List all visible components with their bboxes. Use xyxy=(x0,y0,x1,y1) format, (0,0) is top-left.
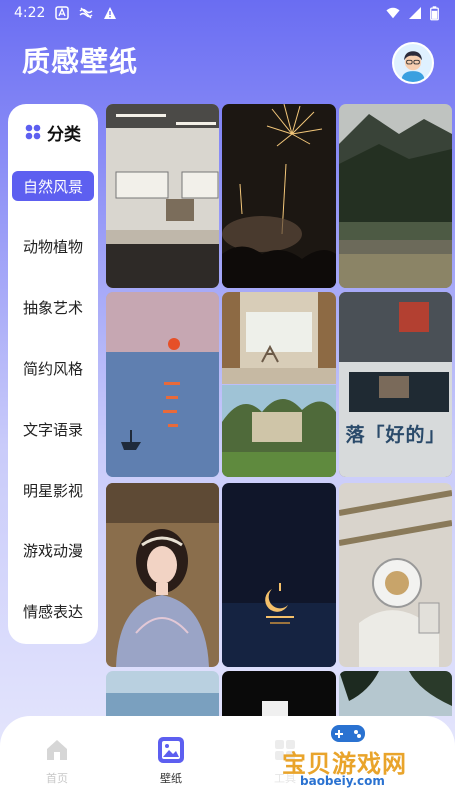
nav-home-label: 首页 xyxy=(46,772,68,785)
sidebar-item-abstract-art[interactable]: 抽象艺术 xyxy=(12,292,94,322)
crescent-moon-image xyxy=(222,483,336,667)
wallpaper-tile-subway[interactable] xyxy=(106,104,219,288)
wallpaper-tile-dark-room[interactable] xyxy=(222,671,336,716)
status-time: 4:22 xyxy=(14,5,46,21)
sidebar-item-quotes[interactable]: 文字语录 xyxy=(12,414,94,444)
wallpaper-tile-street-sign[interactable]: 落「好的」 xyxy=(339,292,452,477)
wallpaper-tile-sea-horizon[interactable] xyxy=(106,671,219,716)
portrait-image xyxy=(106,483,219,667)
astronaut-image xyxy=(339,483,452,667)
app-title: 质感壁纸 xyxy=(22,45,139,78)
sidebar-item-celebrity[interactable]: 明星影视 xyxy=(12,475,94,505)
category-sidebar: 分类 自然风景 动物植物 抽象艺术 简约风格 文字语录 明星影视 游戏动漫 情感… xyxy=(8,104,98,644)
mountain-lake-image xyxy=(339,104,452,288)
watermark-url: baobeiy.com xyxy=(300,774,385,788)
warning-icon xyxy=(104,7,117,19)
fireworks-image xyxy=(222,104,336,288)
sidebar-item-minimal[interactable]: 简约风格 xyxy=(12,353,94,383)
sidebar-header-label: 分类 xyxy=(47,124,81,145)
nav-wallpaper-label: 壁纸 xyxy=(160,772,182,785)
sea-horizon-image xyxy=(106,671,219,716)
avatar[interactable] xyxy=(392,42,434,84)
wallpaper-tile-patio-garden[interactable] xyxy=(222,292,336,477)
wallpaper-tile-portrait[interactable] xyxy=(106,483,219,667)
cellular-icon xyxy=(409,7,421,19)
patio-garden-image xyxy=(222,292,336,477)
nav-home[interactable]: 首页 xyxy=(17,736,97,796)
wallpaper-grid: 落「好的」 xyxy=(106,104,452,716)
dark-room-image xyxy=(222,671,336,716)
sidebar-item-emotion[interactable]: 情感表达 xyxy=(12,596,94,626)
notification-a-icon xyxy=(55,6,70,20)
wallpaper-tile-mountain-lake[interactable] xyxy=(339,104,452,288)
wallpaper-tile-tree-sky[interactable] xyxy=(339,671,452,716)
wallpaper-icon xyxy=(158,737,184,763)
impressionist-image xyxy=(106,292,219,477)
sidebar-item-nature[interactable]: 自然风景 xyxy=(12,171,94,201)
street-sign-text: 落「好的」 xyxy=(345,424,446,446)
sidebar-item-animals-plants[interactable]: 动物植物 xyxy=(12,231,94,261)
avatar-icon xyxy=(394,44,432,82)
sidebar-item-games-anime[interactable]: 游戏动漫 xyxy=(12,535,94,565)
street-sign-image xyxy=(339,292,452,477)
sidebar-header: 分类 xyxy=(8,108,98,156)
signal-off-icon xyxy=(79,7,93,19)
category-icon xyxy=(25,124,41,140)
status-bar: 4:22 xyxy=(0,0,455,26)
wifi-icon xyxy=(386,7,400,19)
nav-wallpaper[interactable]: 壁纸 xyxy=(131,736,211,796)
subway-image xyxy=(106,104,219,288)
battery-icon xyxy=(430,5,439,20)
home-icon xyxy=(47,740,67,760)
wallpaper-tile-impressionist[interactable] xyxy=(106,292,219,477)
wallpaper-tile-fireworks[interactable] xyxy=(222,104,336,288)
wallpaper-tile-astronaut[interactable] xyxy=(339,483,452,667)
wallpaper-tile-crescent-moon[interactable] xyxy=(222,483,336,667)
gamepad-icon xyxy=(331,725,365,742)
tree-sky-image xyxy=(339,671,452,716)
